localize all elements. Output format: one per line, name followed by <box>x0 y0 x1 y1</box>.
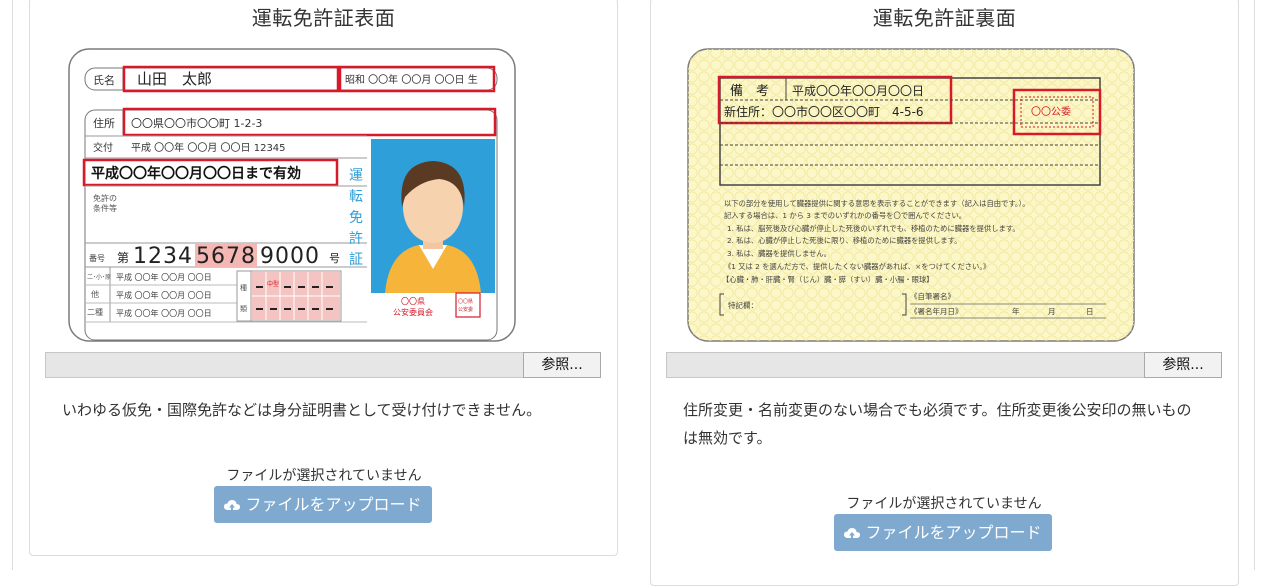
back-browse-button[interactable]: 参照... <box>1144 352 1222 378</box>
svg-text:記入する場合は、1 から 3 までのいずれかの番号を〇で囲ん: 記入する場合は、1 から 3 までのいずれかの番号を〇で囲んでください。 <box>724 211 966 220</box>
back-file-input[interactable]: 参照... <box>666 352 1222 378</box>
license-front-image: 氏名 山田 太郎 昭和 〇〇年 〇〇月 〇〇日 生 住所 〇〇県〇〇市〇〇町 1… <box>68 48 516 342</box>
front-number-a: 1234 <box>133 244 193 269</box>
svg-text:《1 又は 2 を選んだ方で、提供したくない臓器があれば、×: 《1 又は 2 を選んだ方で、提供したくない臓器があれば、×をつけてください。》 <box>724 262 990 271</box>
front-issuer-2: 公安委員会 <box>393 307 433 317</box>
back-sign-label: 《自筆署名》 <box>910 291 955 301</box>
svg-text:以下の部分を使用して臓器提供に関する意思を表示することができ: 以下の部分を使用して臓器提供に関する意思を表示することができます（記入は自由です… <box>724 199 1030 208</box>
front-type-cell-top: 中型 <box>267 280 279 288</box>
back-remarks-date: 平成〇〇年〇〇月〇〇日 <box>792 84 924 98</box>
front-conditions-2: 条件等 <box>93 203 117 213</box>
front-issue-value: 平成 〇〇年 〇〇月 〇〇日 12345 <box>131 141 286 154</box>
svg-text:2. 私は、心臓が停止した死後に限り、移植のために臓器を提供: 2. 私は、心臓が停止した死後に限り、移植のために臓器を提供します。 <box>727 236 961 245</box>
front-vertical-title: 運転免 許証 <box>349 168 363 268</box>
license-back-image: 備 考 平成〇〇年〇〇月〇〇日 新住所：〇〇市〇〇区〇〇町 4-5-6 〇〇公委… <box>687 48 1135 342</box>
page-border-right <box>1254 0 1255 570</box>
front-issuer-1: 〇〇県 <box>401 297 425 306</box>
front-row-label-3: 二種 <box>87 307 103 317</box>
back-month: 月 <box>1048 307 1056 316</box>
back-seal-text: 〇〇公委 <box>1031 105 1071 118</box>
front-number-label: 番号 <box>89 253 105 263</box>
back-upload-label: ファイルをアップロード <box>865 523 1042 542</box>
back-special-label: 特記欄： <box>728 300 758 310</box>
back-panel: 運転免許証裏面 備 考 平成〇〇年〇〇月〇〇日 新住所：〇〇市〇〇区〇〇町 4-… <box>650 0 1239 586</box>
cloud-upload-icon <box>844 528 861 540</box>
front-number-b: 5678 <box>196 244 256 269</box>
svg-text:転: 転 <box>349 189 363 205</box>
front-birth: 昭和 〇〇年 〇〇月 〇〇日 生 <box>345 73 478 86</box>
front-row-date-1: 平成 〇〇年 〇〇月 〇〇日 <box>116 272 212 282</box>
svg-text:許: 許 <box>349 231 363 247</box>
front-row-date-3: 平成 〇〇年 〇〇月 〇〇日 <box>116 308 212 318</box>
back-day: 日 <box>1086 307 1094 316</box>
page-border-left <box>12 0 13 570</box>
svg-text:〇〇県: 〇〇県 <box>458 299 473 305</box>
front-number-c: 9000 <box>260 244 320 269</box>
front-panel-title: 運転免許証表面 <box>251 6 396 30</box>
front-number-prefix: 第 <box>117 251 129 265</box>
back-remarks-label: 備 考 <box>730 83 769 99</box>
svg-text:3. 私は、臓器を提供しません。: 3. 私は、臓器を提供しません。 <box>727 249 831 258</box>
front-file-input[interactable]: 参照... <box>45 352 601 378</box>
front-name-value: 山田 太郎 <box>137 70 212 88</box>
back-new-address: 新住所：〇〇市〇〇区〇〇町 4-5-6 <box>724 104 924 119</box>
front-upload-label: ファイルをアップロード <box>245 495 422 514</box>
front-expiry: 平成〇〇年〇〇月〇〇日まで有効 <box>91 165 301 182</box>
front-browse-button[interactable]: 参照... <box>523 352 601 378</box>
front-issue-label: 交付 <box>93 141 113 154</box>
back-date-label: 《署名年月日》 <box>910 306 963 316</box>
front-address-label: 住所 <box>93 116 115 130</box>
front-conditions-1: 免許の <box>93 193 117 203</box>
front-number-suffix: 号 <box>329 252 340 265</box>
back-upload-button[interactable]: ファイルをアップロード <box>834 514 1052 551</box>
front-row-date-2: 平成 〇〇年 〇〇月 〇〇日 <box>116 290 212 300</box>
front-row-label-1: 二･小･原 <box>87 273 111 281</box>
cloud-upload-icon <box>224 500 241 512</box>
front-upload-button[interactable]: ファイルをアップロード <box>214 486 432 523</box>
back-no-file-text: ファイルが選択されていません <box>846 496 1042 512</box>
back-note: 住所変更・名前変更のない場合でも必須です。住所変更後公安印の無いものは無効です。 <box>683 401 1192 447</box>
front-note: いわゆる仮免・国際免許などは身分証明書として受け付けできません。 <box>62 401 542 419</box>
svg-text:【心臓・肺・肝臓・腎（じん）臓・膵（すい）臓・小腸・眼球】: 【心臓・肺・肝臓・腎（じん）臓・膵（すい）臓・小腸・眼球】 <box>722 275 934 284</box>
front-row-label-2: 他 <box>91 289 99 299</box>
back-panel-title: 運転免許証裏面 <box>872 6 1017 30</box>
front-no-file-text: ファイルが選択されていません <box>226 468 422 484</box>
svg-text:運: 運 <box>349 168 363 184</box>
back-year: 年 <box>1012 306 1020 316</box>
front-type-label-1: 種 <box>240 284 247 292</box>
svg-text:証: 証 <box>349 252 363 268</box>
svg-text:公安委: 公安委 <box>458 306 473 313</box>
svg-text:1. 私は、脳死後及び心臓が停止した死後のいずれでも、移植の: 1. 私は、脳死後及び心臓が停止した死後のいずれでも、移植のために臓器を提供しま… <box>727 224 1020 233</box>
front-name-label: 氏名 <box>93 73 115 87</box>
front-address-value: 〇〇県〇〇市〇〇町 1-2-3 <box>131 116 262 130</box>
svg-text:免: 免 <box>349 210 363 226</box>
front-type-label-2: 類 <box>240 304 247 313</box>
front-panel: 運転免許証表面 氏名 山田 太郎 昭和 〇〇年 〇〇月 〇〇日 生 住所 〇〇県… <box>29 0 618 556</box>
